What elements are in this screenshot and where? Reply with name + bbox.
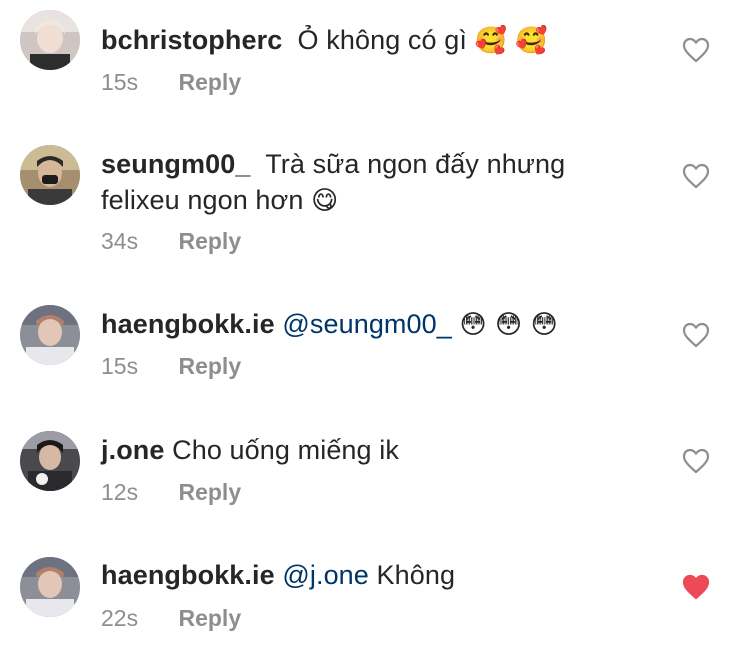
comment-mention[interactable]: @seungm00_ — [282, 309, 452, 339]
face-savoring-food-emoji: 😋 — [311, 186, 339, 216]
comment-username[interactable]: haengbokk.ie — [101, 560, 275, 590]
heart-outline-icon[interactable] — [682, 448, 710, 474]
avatar[interactable] — [20, 431, 80, 491]
reply-button[interactable]: Reply — [178, 228, 241, 254]
comment-username[interactable]: j.one — [101, 435, 165, 465]
avatar[interactable] — [20, 305, 80, 365]
comment-timestamp: 34s — [101, 228, 139, 254]
heart-filled-icon[interactable] — [682, 574, 710, 600]
comment-mention[interactable]: @j.one — [282, 560, 369, 590]
comment-text: haengbokk.ie @j.one Không — [101, 557, 641, 593]
avatar-image — [20, 10, 80, 70]
comment-username[interactable]: haengbokk.ie — [101, 309, 275, 339]
heart-outline-icon[interactable] — [682, 37, 710, 63]
comment-body: Cho uống miếng ik — [172, 435, 399, 465]
comment-username[interactable]: seungm00_ — [101, 149, 250, 179]
comment-timestamp: 15s — [101, 353, 139, 379]
avatar-image — [20, 145, 80, 205]
comment-text: seungm00_ Trà sữa ngon đấy nhưng felixeu… — [101, 146, 641, 219]
heart-outline-icon[interactable] — [682, 163, 710, 189]
comment-body: Không — [376, 560, 456, 590]
comment-text: j.one Cho uống miếng ik — [101, 432, 641, 468]
avatar-image — [20, 305, 80, 365]
reply-button[interactable]: Reply — [178, 353, 241, 379]
flushed-face-emoji: 😳 😳 😳 — [459, 310, 558, 340]
comment-meta: 12s Reply — [101, 478, 241, 506]
avatar[interactable] — [20, 10, 80, 70]
comment-timestamp: 15s — [101, 69, 139, 95]
comment-username[interactable]: bchristopherc — [101, 25, 282, 55]
avatar[interactable] — [20, 145, 80, 205]
comment-meta: 15s Reply — [101, 68, 241, 96]
comment-meta: 22s Reply — [101, 604, 241, 632]
heart-outline-icon[interactable] — [682, 322, 710, 348]
reply-button[interactable]: Reply — [178, 479, 241, 505]
reply-button[interactable]: Reply — [178, 605, 241, 631]
avatar-image — [20, 557, 80, 617]
reply-button[interactable]: Reply — [178, 69, 241, 95]
comment-body: Ỏ không có gì — [297, 25, 467, 55]
comment-meta: 34s Reply — [101, 227, 241, 255]
smiling-face-hearts-emoji: 🥰 🥰 — [474, 26, 548, 56]
comment-timestamp: 22s — [101, 605, 139, 631]
comment-text: haengbokk.ie @seungm00_ 😳 😳 😳 — [101, 306, 641, 343]
avatar-image — [20, 431, 80, 491]
comment-meta: 15s Reply — [101, 352, 241, 380]
avatar[interactable] — [20, 557, 80, 617]
comment-timestamp: 12s — [101, 479, 139, 505]
comment-text: bchristopherc Ỏ không có gì 🥰 🥰 — [101, 22, 641, 59]
